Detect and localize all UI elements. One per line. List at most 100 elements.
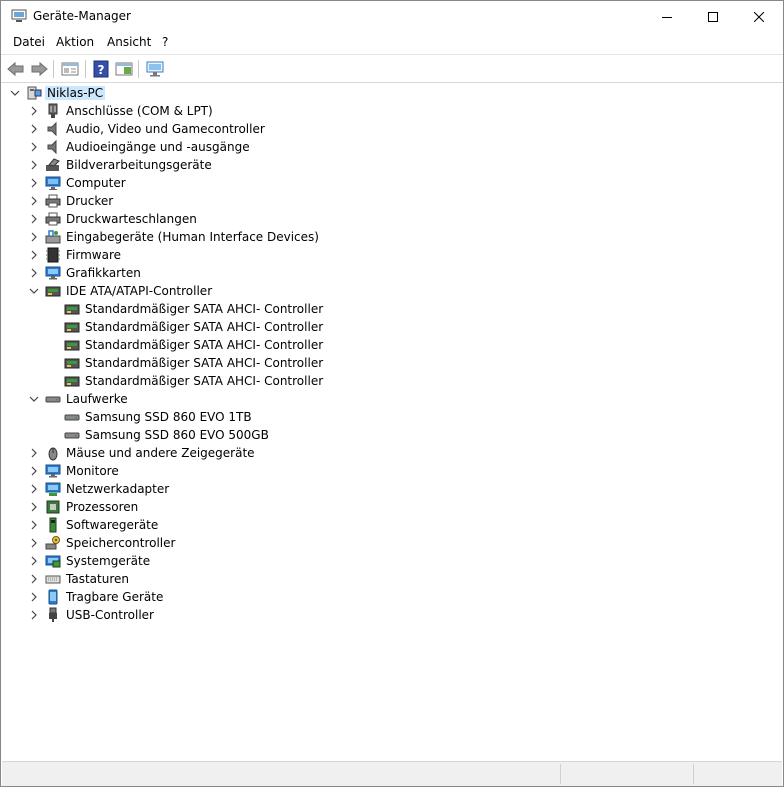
drive-icon <box>64 427 80 443</box>
expand-chevron-icon[interactable] <box>29 552 39 570</box>
help-icon: ? <box>93 60 109 78</box>
category-audio-video-und-gamecontroller[interactable]: Audio, Video und Gamecontroller <box>2 120 762 138</box>
expand-chevron-icon[interactable] <box>29 102 39 120</box>
category-label: Drucker <box>66 194 114 208</box>
category-usb-controller[interactable]: USB-Controller <box>2 606 762 624</box>
maximize-button[interactable] <box>690 1 736 32</box>
category-bildverarbeitungsgera-te[interactable]: Bildverarbeitungsgeräte <box>2 156 762 174</box>
menu-datei[interactable]: Datei <box>11 35 47 49</box>
svg-text:?: ? <box>98 63 105 77</box>
device-tree[interactable]: Niklas-PC Anschlüsse (COM & LPT) Audio, Vi… <box>2 84 782 760</box>
category-eingabegera-te-human-interface-devices[interactable]: Eingabegeräte (Human Interface Devices) <box>2 228 762 246</box>
menu-help[interactable]: ? <box>160 35 170 49</box>
monitor-icon <box>45 464 61 478</box>
device-item[interactable]: Standardmäßiger SATA AHCI- Controller <box>2 372 762 390</box>
computer-icon <box>45 176 61 190</box>
expand-chevron-icon[interactable] <box>29 120 39 138</box>
category-anschlu-sse-com-lpt[interactable]: Anschlüsse (COM & LPT) <box>2 102 762 120</box>
chip-icon <box>46 247 60 263</box>
controller-icon <box>45 286 61 297</box>
tree-root-node[interactable]: Niklas-PC <box>2 84 762 102</box>
expand-chevron-icon[interactable] <box>29 210 39 228</box>
category-prozessoren[interactable]: Prozessoren <box>2 498 762 516</box>
usb-icon <box>49 607 57 622</box>
expand-chevron-icon[interactable] <box>29 462 39 480</box>
expand-chevron-icon[interactable] <box>29 246 39 264</box>
device-item[interactable]: Standardmäßiger SATA AHCI- Controller <box>2 318 762 336</box>
expand-chevron-icon[interactable] <box>29 588 39 606</box>
expand-chevron-icon[interactable] <box>29 138 39 156</box>
expand-chevron-icon[interactable] <box>29 516 39 534</box>
back-button[interactable] <box>5 58 27 80</box>
keyboard-icon <box>45 575 61 584</box>
mouse-icon <box>48 447 58 461</box>
category-audioeinga-nge-und-ausga-nge[interactable]: Audioeingänge und -ausgänge <box>2 138 762 156</box>
expand-chevron-icon[interactable] <box>29 480 39 498</box>
drive-icon <box>45 391 61 407</box>
expand-chevron-icon[interactable] <box>29 606 39 624</box>
category-label: Anschlüsse (COM & LPT) <box>66 104 213 118</box>
category-systemgera-te[interactable]: Systemgeräte <box>2 552 762 570</box>
printer-icon <box>45 212 61 226</box>
category-netzwerkadapter[interactable]: Netzwerkadapter <box>2 480 762 498</box>
expand-chevron-icon[interactable] <box>29 498 39 516</box>
category-tastaturen[interactable]: Tastaturen <box>2 570 762 588</box>
collapse-chevron-icon[interactable] <box>10 84 20 102</box>
pc-icon <box>26 85 42 101</box>
category-ide-ata-atapi-controller[interactable]: IDE ATA/ATAPI-Controller <box>2 282 762 300</box>
expand-chevron-icon[interactable] <box>29 534 39 552</box>
device-item[interactable]: Samsung SSD 860 EVO 1TB <box>2 408 762 426</box>
device-item[interactable]: Standardmäßiger SATA AHCI- Controller <box>2 336 762 354</box>
expand-chevron-icon[interactable] <box>29 264 39 282</box>
expand-chevron-icon[interactable] <box>29 444 39 462</box>
scan-hardware-button[interactable] <box>144 58 166 80</box>
collapse-chevron-icon[interactable] <box>29 282 39 300</box>
controller-icon <box>64 373 80 389</box>
help-button[interactable]: ? <box>90 58 112 80</box>
category-ma-use-und-andere-zeigegera-te[interactable]: Mäuse und andere Zeigegeräte <box>2 444 762 462</box>
menu-aktion[interactable]: Aktion <box>54 35 96 49</box>
expand-chevron-icon[interactable] <box>29 228 39 246</box>
device-item[interactable]: Standardmäßiger SATA AHCI- Controller <box>2 300 762 318</box>
category-label: Audio, Video und Gamecontroller <box>66 122 265 136</box>
category-softwaregera-te[interactable]: Softwaregeräte <box>2 516 762 534</box>
properties-icon <box>61 62 79 76</box>
device-label: Standardmäßiger SATA AHCI- Controller <box>85 302 324 316</box>
device-label: Standardmäßiger SATA AHCI- Controller <box>85 374 324 388</box>
category-speichercontroller[interactable]: Speichercontroller <box>2 534 762 552</box>
category-label: Firmware <box>66 248 121 262</box>
forward-button[interactable] <box>28 58 50 80</box>
category-label: Computer <box>66 176 126 190</box>
minimize-icon <box>662 16 672 18</box>
collapse-chevron-icon[interactable] <box>29 390 39 408</box>
expand-chevron-icon[interactable] <box>29 174 39 192</box>
category-firmware[interactable]: Firmware <box>2 246 762 264</box>
action-view-button[interactable] <box>113 58 135 80</box>
menu-ansicht[interactable]: Ansicht <box>105 35 153 49</box>
title-bar[interactable]: Geräte-Manager <box>1 1 783 32</box>
expand-chevron-icon[interactable] <box>29 192 39 210</box>
monitor-icon <box>45 266 61 280</box>
device-item[interactable]: Samsung SSD 860 EVO 500GB <box>2 426 762 444</box>
speaker-icon <box>45 121 61 137</box>
category-laufwerke[interactable]: Laufwerke <box>2 390 762 408</box>
device-label: Samsung SSD 860 EVO 1TB <box>85 410 252 424</box>
properties-view-button[interactable] <box>59 58 81 80</box>
category-label: Speichercontroller <box>66 536 176 550</box>
system-icon <box>45 553 61 569</box>
category-monitore[interactable]: Monitore <box>2 462 762 480</box>
category-druckwarteschlangen[interactable]: Druckwarteschlangen <box>2 210 762 228</box>
category-grafikkarten[interactable]: Grafikkarten <box>2 264 762 282</box>
expand-chevron-icon[interactable] <box>29 570 39 588</box>
expand-chevron-icon[interactable] <box>29 156 39 174</box>
chip-icon <box>45 247 61 263</box>
scan-monitor-icon <box>146 61 164 77</box>
computer-icon <box>45 175 61 191</box>
category-drucker[interactable]: Drucker <box>2 192 762 210</box>
category-tragbare-gera-te[interactable]: Tragbare Geräte <box>2 588 762 606</box>
minimize-button[interactable] <box>644 1 690 32</box>
drive-icon <box>64 432 80 439</box>
category-computer[interactable]: Computer <box>2 174 762 192</box>
close-button[interactable] <box>736 1 782 32</box>
device-item[interactable]: Standardmäßiger SATA AHCI- Controller <box>2 354 762 372</box>
